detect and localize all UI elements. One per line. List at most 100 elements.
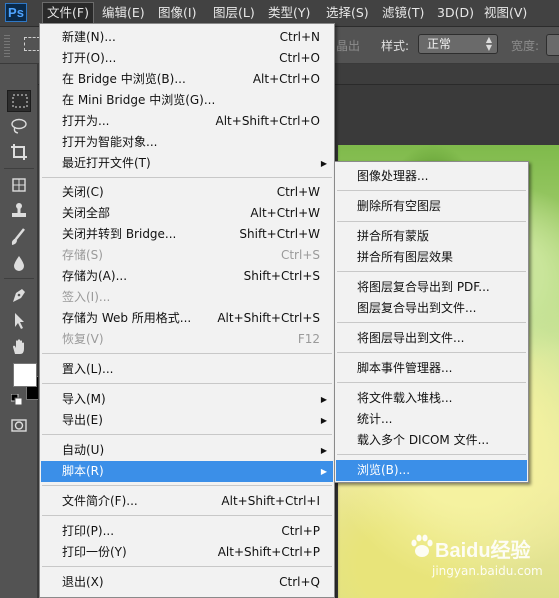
baidu-watermark: Baidu经验 jingyan.baidu.com xyxy=(408,531,558,593)
menu-item-save[interactable]: 存储(S) Ctrl+S xyxy=(41,245,333,266)
submenu-item-layer-comps-to-pdf[interactable]: 将图层复合导出到 PDF... xyxy=(336,277,527,298)
menu-separator xyxy=(337,271,526,272)
clone-stamp-tool[interactable] xyxy=(7,200,31,222)
submenu-item-export-layers-to-files[interactable]: 将图层导出到文件... xyxy=(336,328,527,349)
menu-item-browse-in-bridge[interactable]: 在 Bridge 中浏览(B)... Alt+Ctrl+O xyxy=(41,69,333,90)
menu-item-open-as[interactable]: 打开为... Alt+Shift+Ctrl+O xyxy=(41,111,333,132)
file-menu: 新建(N)... Ctrl+N 打开(O)... Ctrl+O 在 Bridge 中… xyxy=(39,23,335,598)
clone-stamp-icon xyxy=(12,203,26,217)
photoshop-logo: Ps xyxy=(5,3,27,22)
menu-separator xyxy=(42,353,332,354)
menu-edit[interactable]: 编辑(E) xyxy=(98,2,149,23)
menu-separator xyxy=(337,322,526,323)
rect-marquee-preset-icon[interactable] xyxy=(24,37,40,51)
submenu-item-flatten-all-masks[interactable]: 拼合所有蒙版 xyxy=(336,226,527,247)
lasso-tool[interactable] xyxy=(7,115,31,137)
updown-arrows-icon: ▲ ▼ xyxy=(485,35,492,52)
menu-item-place[interactable]: 置入(L)... xyxy=(41,359,333,380)
menu-layer[interactable]: 图层(L) xyxy=(209,2,259,23)
menu-separator xyxy=(337,221,526,222)
menu-item-open[interactable]: 打开(O)... Ctrl+O xyxy=(41,48,333,69)
default-colors-icon[interactable] xyxy=(11,394,23,406)
tools-panel xyxy=(0,64,50,598)
submenu-item-script-events-manager[interactable]: 脚本事件管理器... xyxy=(336,358,527,379)
scripts-submenu: 图像处理器... 删除所有空图层 拼合所有蒙版 拼合所有图层效果 将图层复合导出… xyxy=(334,161,529,483)
menu-item-print-one-copy[interactable]: 打印一份(Y) Alt+Shift+Ctrl+P xyxy=(41,542,333,563)
watermark-brand: Baidu经验 xyxy=(435,540,531,562)
crop-tool[interactable] xyxy=(7,141,31,163)
menu-item-close-all[interactable]: 关闭全部 Alt+Ctrl+W xyxy=(41,203,333,224)
menu-separator xyxy=(42,566,332,567)
menu-separator xyxy=(42,485,332,486)
submenu-arrow-icon: ▶ xyxy=(320,467,327,476)
brush-tool[interactable] xyxy=(7,226,31,248)
pen-tool[interactable] xyxy=(7,284,31,306)
submenu-item-layer-comps-to-files[interactable]: 图层复合导出到文件... xyxy=(336,298,527,319)
brush-icon xyxy=(11,228,25,245)
quick-selection-tool[interactable] xyxy=(7,174,31,196)
menu-select[interactable]: 选择(S) xyxy=(322,2,373,23)
submenu-arrow-icon: ▶ xyxy=(320,395,327,404)
menu-image[interactable]: 图像(I) xyxy=(154,2,200,23)
submenu-arrow-icon: ▶ xyxy=(320,416,327,425)
path-selection-icon xyxy=(15,313,24,329)
menu-separator xyxy=(42,177,332,178)
menu-view[interactable]: 视图(V) xyxy=(480,2,531,23)
style-select-value: 正常 xyxy=(427,37,452,51)
foreground-color-swatch[interactable] xyxy=(13,363,37,387)
menu-separator xyxy=(337,454,526,455)
menu-item-import[interactable]: 导入(M) ▶ xyxy=(41,389,333,410)
menu-item-browse-in-mini-bridge[interactable]: 在 Mini Bridge 中浏览(G)... xyxy=(41,90,333,111)
paw-icon xyxy=(411,534,433,557)
menu-type[interactable]: 类型(Y) xyxy=(264,2,314,23)
menu-item-open-as-smart-object[interactable]: 打开为智能对象... xyxy=(41,132,333,153)
blur-tool[interactable] xyxy=(7,252,31,274)
menu-separator xyxy=(337,190,526,191)
menu-item-save-as[interactable]: 存储为(A)... Shift+Ctrl+S xyxy=(41,266,333,287)
menu-item-open-recent[interactable]: 最近打开文件(T) ▶ xyxy=(41,153,333,174)
watermark-url: jingyan.baidu.com xyxy=(432,564,543,578)
menu-item-new[interactable]: 新建(N)... Ctrl+N xyxy=(41,27,333,48)
width-input[interactable] xyxy=(546,34,559,56)
style-select[interactable]: 正常 ▲ ▼ xyxy=(418,34,498,54)
quick-mask-icon xyxy=(11,419,27,432)
submenu-item-flatten-all-layer-effects[interactable]: 拼合所有图层效果 xyxy=(336,247,527,268)
menu-separator xyxy=(337,382,526,383)
submenu-item-load-multiple-dicom[interactable]: 载入多个 DICOM 文件... xyxy=(336,430,527,451)
menu-item-print[interactable]: 打印(P)... Ctrl+P xyxy=(41,521,333,542)
submenu-item-browse[interactable]: 浏览(B)... xyxy=(336,460,527,481)
menu-item-close[interactable]: 关闭(C) Ctrl+W xyxy=(41,182,333,203)
submenu-item-delete-empty-layers[interactable]: 删除所有空图层 xyxy=(336,196,527,217)
menu-item-close-and-go-to-bridge[interactable]: 关闭并转到 Bridge... Shift+Ctrl+W xyxy=(41,224,333,245)
menu-separator xyxy=(42,434,332,435)
submenu-arrow-icon: ▶ xyxy=(320,159,327,168)
menu-item-export[interactable]: 导出(E) ▶ xyxy=(41,410,333,431)
quick-selection-icon xyxy=(12,178,26,192)
menu-item-file-info[interactable]: 文件简介(F)... Alt+Shift+Ctrl+I xyxy=(41,491,333,512)
path-selection-tool[interactable] xyxy=(7,310,31,332)
rect-marquee-tool[interactable] xyxy=(7,90,31,112)
submenu-arrow-icon: ▶ xyxy=(320,446,327,455)
lasso-icon xyxy=(11,118,27,134)
menu-separator xyxy=(42,515,332,516)
submenu-item-image-processor[interactable]: 图像处理器... xyxy=(336,166,527,187)
menu-file[interactable]: 文件(F) xyxy=(42,2,94,24)
menu-item-exit[interactable]: 退出(X) Ctrl+Q xyxy=(41,572,333,593)
submenu-item-load-files-into-stack[interactable]: 将文件载入堆栈... xyxy=(336,388,527,409)
menu-item-automate[interactable]: 自动(U) ▶ xyxy=(41,440,333,461)
menu-item-check-in[interactable]: 签入(I)... xyxy=(41,287,333,308)
blur-icon xyxy=(14,256,24,271)
style-label: 样式: xyxy=(381,39,410,53)
hand-tool[interactable] xyxy=(7,336,31,358)
menu-item-save-for-web[interactable]: 存储为 Web 所用格式... Alt+Shift+Ctrl+S xyxy=(41,308,333,329)
menu-item-revert[interactable]: 恢复(V) F12 xyxy=(41,329,333,350)
menu-3d[interactable]: 3D(D) xyxy=(433,2,478,23)
quick-mask-button[interactable] xyxy=(7,415,31,437)
rect-marquee-icon xyxy=(12,94,28,108)
crop-icon xyxy=(11,144,27,160)
menu-item-scripts[interactable]: 脚本(R) ▶ xyxy=(41,461,333,482)
options-bar-grip[interactable] xyxy=(4,33,10,57)
submenu-item-statistics[interactable]: 统计... xyxy=(336,409,527,430)
width-label: 宽度: xyxy=(511,39,540,53)
menu-filter[interactable]: 滤镜(T) xyxy=(378,2,428,23)
